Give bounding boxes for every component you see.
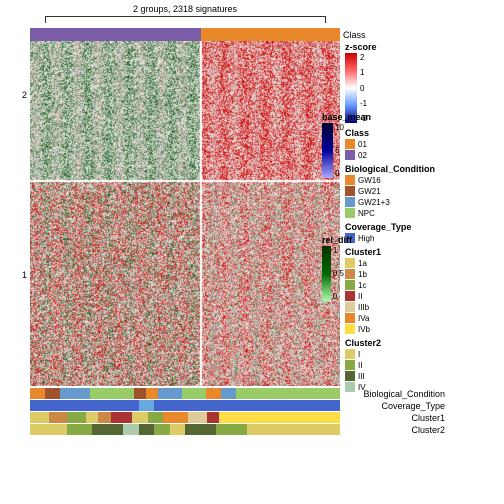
cluster1-legend: Cluster1 1a 1b 1c II IIIb — [345, 247, 500, 334]
basemean-title: base_mean — [322, 112, 344, 122]
reldiff-legend: rel_diff 1 0.5 0 — [322, 235, 344, 301]
top-bar-orange — [201, 28, 341, 41]
cluster2-label: Cluster2 — [411, 425, 445, 435]
cluster1-label: Cluster1 — [411, 413, 445, 423]
reldiff-title: rel_diff — [322, 235, 344, 245]
bottom-annotations: Biological_Condition Coverage_Type Clust… — [30, 388, 340, 436]
y-axis-label-2: 2 — [22, 90, 27, 100]
coverage-type-bar: Coverage_Type — [30, 400, 340, 411]
cluster1-bar: Cluster1 — [30, 412, 340, 423]
zscore-title: z-score — [345, 42, 500, 52]
top-bar-purple — [30, 28, 201, 41]
cluster2-bar: Cluster2 — [30, 424, 340, 435]
basemean-legend: base_mean 10 5 0 — [322, 112, 344, 178]
cluster2-legend: Cluster2 I II III IV — [345, 338, 500, 392]
bio-condition-legend: Biological_Condition GW16 GW21 GW21+3 NP… — [345, 164, 500, 218]
high-label: High — [358, 234, 374, 243]
cluster1-legend-title: Cluster1 — [345, 247, 500, 257]
class-legend: Class 01 02 — [345, 128, 500, 160]
class-legend-title: Class — [345, 128, 500, 138]
coverage-type-label: Coverage_Type — [381, 401, 445, 411]
chart-title: 2 groups, 2318 signatures — [133, 4, 237, 14]
coverage-type-legend-title: Coverage_Type — [345, 222, 500, 232]
heatmap-canvas — [30, 41, 340, 386]
bio-condition-legend-title: Biological_Condition — [345, 164, 500, 174]
heatmap-container — [30, 41, 340, 386]
main-container: 2 groups, 2318 signatures 2 1 Class — [0, 0, 504, 504]
zscore-legend: z-score 2 1 0 -1 -2 — [345, 42, 500, 123]
title-area: 2 groups, 2318 signatures — [30, 4, 340, 30]
biological-condition-bar: Biological_Condition — [30, 388, 340, 399]
legend-area: z-score 2 1 0 -1 -2 Class 01 02 — [345, 42, 500, 396]
coverage-type-legend: Coverage_Type High — [345, 222, 500, 243]
cluster2-legend-title: Cluster2 — [345, 338, 500, 348]
top-annotation-bar — [30, 28, 340, 41]
class-label: Class — [343, 30, 366, 40]
y-axis-label-1: 1 — [22, 270, 27, 280]
